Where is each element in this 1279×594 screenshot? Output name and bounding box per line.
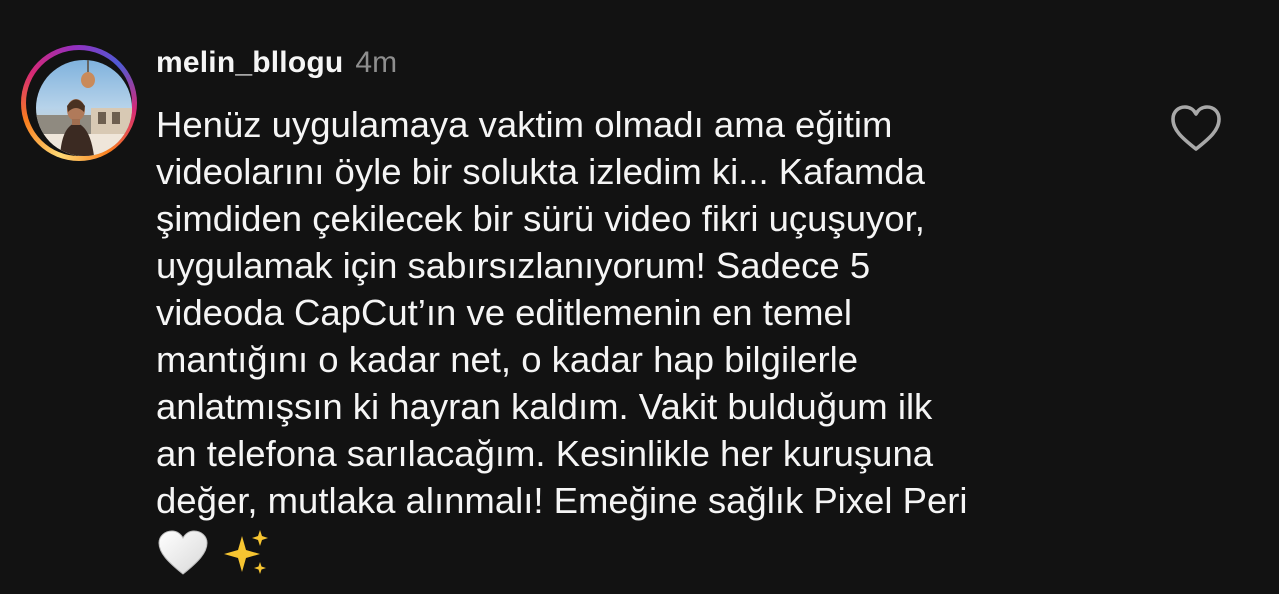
comment-line: uygulamak için sabırsızlanıyorum! Sadece… [156, 245, 871, 286]
comment-line: şimdiden çekilecek bir sürü video fikri … [156, 198, 925, 239]
comment-line: mantığını o kadar net, o kadar hap bilgi… [156, 339, 859, 380]
timestamp: 4m [355, 46, 398, 79]
like-button[interactable] [1168, 102, 1224, 154]
white-heart-emoji [158, 530, 208, 575]
comment-line: videoda CapCut’ın ve editlemenin en teme… [156, 292, 852, 333]
username[interactable]: melin_bllogu [156, 46, 343, 80]
heart-outline-icon [1171, 105, 1221, 151]
avatar-story-ring[interactable] [21, 45, 137, 161]
comment-line: değer, mutlaka alınmalı! Emeğine sağlık … [156, 480, 968, 521]
comment-line: an telefona sarılacağım. Kesinlikle her … [156, 433, 934, 474]
avatar-photo [36, 60, 132, 156]
comment-line: videolarını öyle bir solukta izledim ki.… [156, 151, 925, 192]
emoji-row [158, 527, 270, 579]
sparkles-emoji [224, 530, 268, 574]
comment-line: Henüz uygulamaya vaktim olmadı ama eğiti… [156, 104, 893, 145]
comment-text: Henüz uygulamaya vaktim olmadı ama eğiti… [156, 101, 1156, 524]
comment-item: melin_bllogu 4m Henüz uygulamaya vaktim … [0, 0, 1279, 594]
avatar[interactable] [36, 60, 132, 156]
comment-line: anlatmışsın ki hayran kaldım. Vakit buld… [156, 386, 933, 427]
comment-header: melin_bllogu 4m [156, 46, 397, 86]
